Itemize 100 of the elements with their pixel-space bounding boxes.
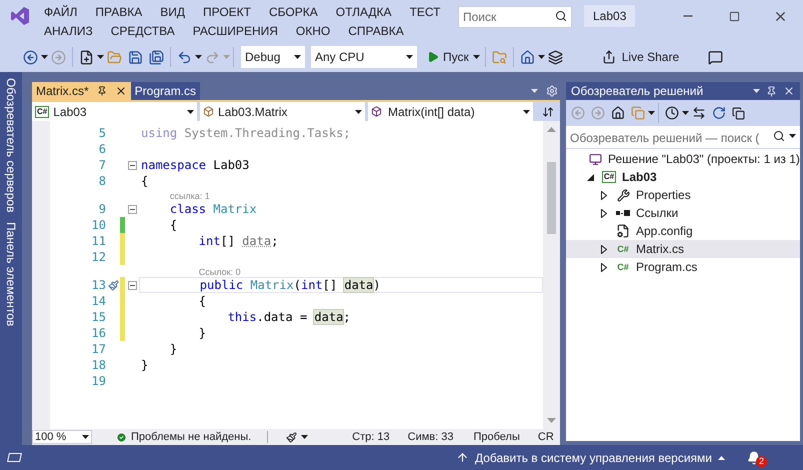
split-icon[interactable] bbox=[542, 106, 554, 118]
dropdown-caret-icon bbox=[82, 435, 89, 439]
line-number: 14 bbox=[90, 295, 106, 307]
maximize-icon[interactable] bbox=[728, 10, 740, 22]
save-icon[interactable] bbox=[128, 50, 143, 64]
type-dropdown[interactable]: Lab03.Matrix bbox=[200, 102, 365, 121]
menu-item[interactable]: ОКНО bbox=[296, 22, 330, 40]
search-icon[interactable] bbox=[773, 130, 785, 142]
pending-changes-icon[interactable] bbox=[665, 106, 679, 120]
menu-item[interactable]: РАСШИРЕНИЯ bbox=[192, 22, 278, 40]
whitespace-status[interactable]: Пробелы bbox=[473, 428, 520, 446]
dropdown-caret-icon bbox=[294, 55, 301, 59]
code-line: { bbox=[198, 295, 206, 307]
settings-icon[interactable] bbox=[546, 85, 558, 97]
code-line: using System.Threading.Tasks; bbox=[141, 127, 351, 139]
feedback-icon[interactable] bbox=[708, 50, 724, 64]
code-line: } bbox=[198, 327, 206, 339]
document-tab[interactable]: Program.cs bbox=[130, 82, 200, 100]
menu-item[interactable]: ВИД bbox=[160, 2, 185, 20]
tree-item[interactable]: C# Matrix.cs bbox=[566, 240, 800, 258]
dropdown-caret-icon bbox=[523, 110, 530, 114]
config-file-icon bbox=[616, 224, 630, 238]
line-number: 15 bbox=[90, 311, 106, 323]
play-icon bbox=[427, 51, 439, 63]
expanded-arrow-icon[interactable] bbox=[586, 174, 594, 180]
switch-views-icon[interactable] bbox=[631, 106, 645, 120]
collapse-all-icon[interactable] bbox=[732, 106, 745, 120]
live-share-button[interactable]: Live Share bbox=[600, 48, 682, 66]
code-line: class Matrix bbox=[168, 203, 257, 215]
menu-item[interactable]: СБОРКА bbox=[269, 2, 318, 20]
dropdown-caret-icon bbox=[195, 55, 202, 59]
new-item-icon[interactable] bbox=[79, 50, 94, 64]
start-button[interactable]: Пуск bbox=[425, 48, 482, 66]
close-icon[interactable] bbox=[114, 85, 127, 97]
menu-item[interactable]: АНАЛИЗ bbox=[44, 22, 93, 40]
zoom-dropdown[interactable]: 100 % bbox=[32, 430, 92, 444]
home-icon[interactable] bbox=[611, 106, 625, 120]
refresh-icon[interactable] bbox=[712, 106, 726, 120]
member-dropdown[interactable]: Matrix(int[] data) bbox=[368, 102, 533, 121]
tree-item[interactable]: Properties bbox=[566, 186, 800, 204]
save-all-icon[interactable] bbox=[149, 50, 164, 64]
pin-icon[interactable] bbox=[766, 86, 777, 96]
quick-action-brush-icon[interactable] bbox=[108, 280, 118, 290]
tree-item[interactable]: App.config bbox=[566, 222, 800, 240]
line-number: 19 bbox=[90, 375, 106, 387]
caret-icon bbox=[718, 456, 725, 460]
dropdown-caret-icon bbox=[648, 111, 655, 115]
collapse-toggle[interactable] bbox=[128, 204, 136, 214]
line-ending-status[interactable]: CR bbox=[538, 428, 554, 446]
platform-dropdown[interactable]: Any CPU bbox=[311, 46, 417, 68]
search-icon[interactable] bbox=[555, 10, 567, 22]
code-lens-text[interactable]: ссылка: 1 bbox=[170, 192, 210, 201]
menu-item[interactable]: СРЕДСТВА bbox=[110, 22, 175, 40]
menu-item[interactable]: ПРАВКА bbox=[95, 2, 142, 20]
tree-item[interactable]: C# Program.cs bbox=[566, 258, 800, 276]
search-field[interactable]: Поиск bbox=[458, 6, 572, 28]
dropdown-caret-icon bbox=[472, 55, 480, 59]
line-number: 9 bbox=[98, 203, 106, 215]
dropdown-caret-icon bbox=[406, 55, 413, 59]
source-control-button[interactable]: Добавить в систему управления версиями bbox=[456, 448, 725, 466]
document-tab[interactable]: Matrix.cs* bbox=[32, 82, 131, 100]
dropdown-caret-icon bbox=[301, 435, 308, 439]
tree-item-label: Properties bbox=[636, 187, 691, 204]
column-status: Симв: 33 bbox=[408, 430, 454, 445]
menu-item[interactable]: ОТЛАДКА bbox=[336, 2, 392, 20]
line-number: 16 bbox=[90, 327, 106, 339]
project-dropdown[interactable]: C# Lab03 bbox=[32, 102, 197, 121]
cleanup-brush-icon[interactable] bbox=[286, 432, 298, 442]
pin-icon[interactable] bbox=[96, 86, 107, 96]
collapse-toggle[interactable] bbox=[128, 280, 136, 290]
home-window-icon[interactable] bbox=[520, 50, 535, 64]
output-window-icon[interactable] bbox=[7, 453, 22, 462]
layers-icon[interactable] bbox=[548, 50, 563, 64]
panel-menu-caret-icon bbox=[753, 89, 760, 93]
code-line: namespace Lab03 bbox=[141, 159, 250, 171]
code-line: { bbox=[168, 219, 178, 231]
scroll-thumb[interactable] bbox=[547, 162, 556, 234]
code-line: { bbox=[141, 175, 148, 187]
problems-status[interactable]: Проблемы не найдены. bbox=[131, 428, 252, 446]
menu-item[interactable]: СПРАВКА bbox=[348, 22, 404, 40]
tree-item[interactable]: Ссылки bbox=[566, 204, 800, 222]
code-line: int[] data; bbox=[198, 235, 278, 247]
menu-item[interactable]: ПРОЕКТ bbox=[202, 2, 251, 20]
sync-icon[interactable] bbox=[692, 106, 706, 120]
method-icon bbox=[371, 106, 382, 117]
dropdown-caret-icon bbox=[97, 55, 104, 59]
close-icon[interactable] bbox=[783, 85, 795, 97]
undo-icon[interactable] bbox=[177, 50, 192, 64]
side-tab[interactable]: Обозреватель серверов bbox=[2, 78, 20, 212]
tree-item[interactable]: Решение "Lab03" (проекты: 1 из 1) bbox=[566, 150, 800, 168]
back-icon[interactable] bbox=[23, 50, 38, 64]
tree-item[interactable]: C# Lab03 bbox=[566, 168, 800, 186]
tree-item-label: Program.cs bbox=[636, 259, 698, 276]
side-tab[interactable]: Панель элементов bbox=[2, 222, 20, 327]
menu-item[interactable]: ТЕСТ bbox=[410, 2, 440, 20]
menu-item[interactable]: ФАЙЛ bbox=[44, 2, 78, 20]
configuration-dropdown[interactable]: Debug bbox=[241, 46, 305, 68]
share-icon bbox=[602, 50, 616, 64]
collapse-toggle[interactable] bbox=[128, 160, 136, 170]
vertical-scrollbar[interactable] bbox=[543, 121, 560, 429]
